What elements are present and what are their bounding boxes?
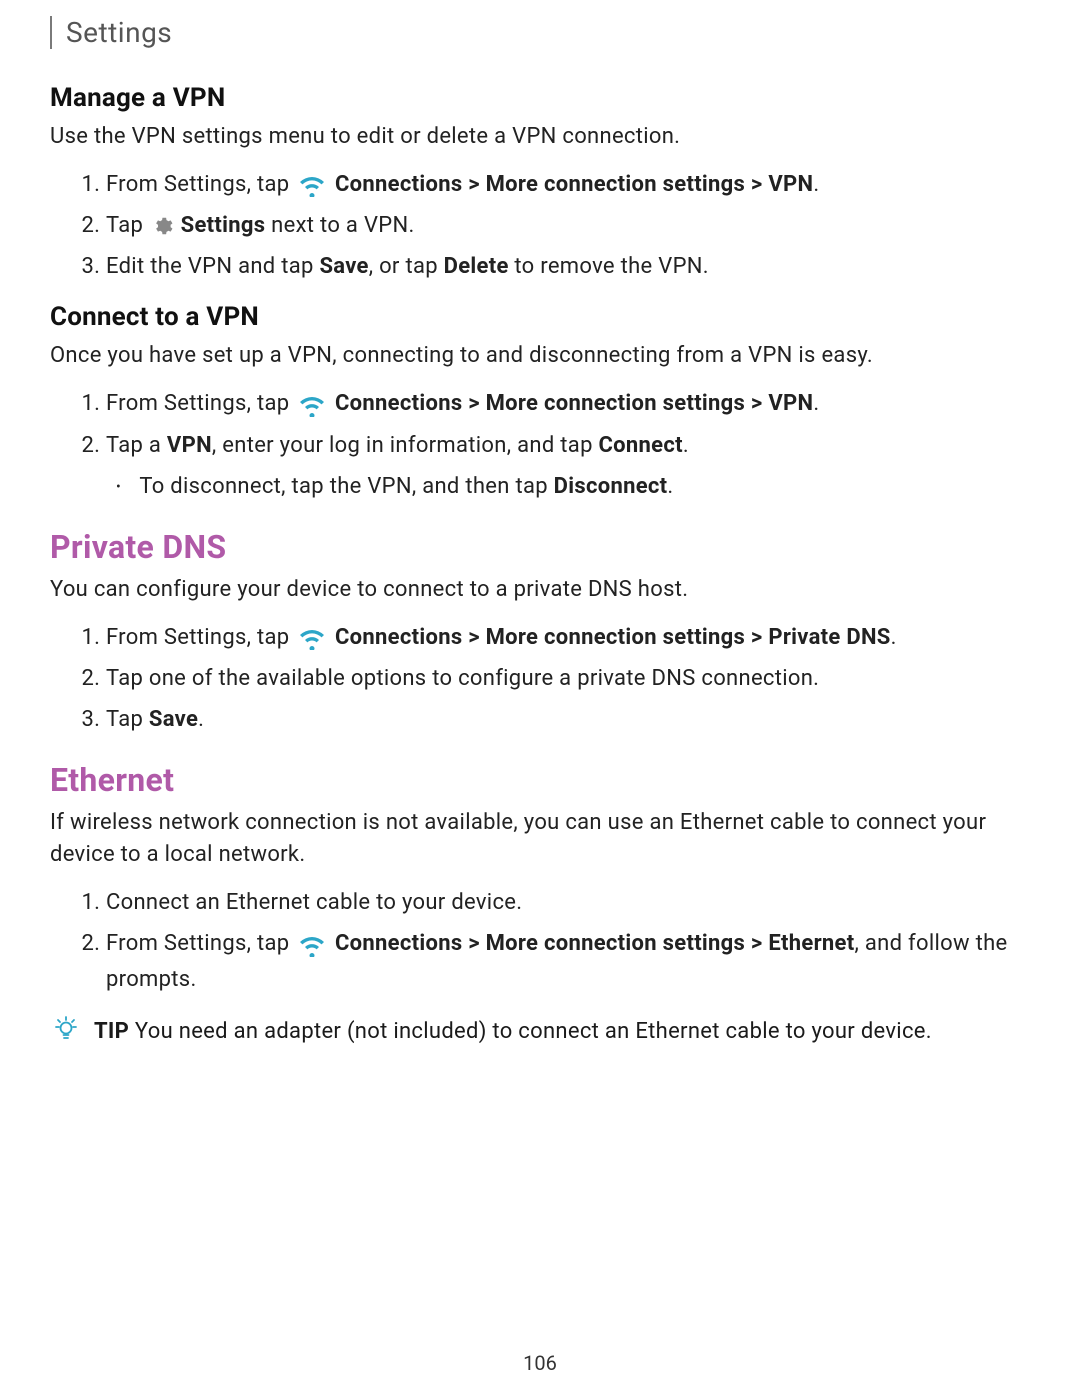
step-text: . xyxy=(683,433,689,458)
wifi-icon xyxy=(297,626,327,650)
step-bold: Connect xyxy=(598,433,682,458)
step-text: Tap xyxy=(106,707,149,732)
step-suffix: . xyxy=(813,391,819,416)
step-text: From Settings, tap xyxy=(106,172,295,197)
connect-vpn-step-2: Tap a VPN, enter your log in information… xyxy=(106,428,1030,504)
bullet-bold: Disconnect xyxy=(554,474,668,499)
tip-ethernet: TIP You need an adapter (not included) t… xyxy=(50,1015,1030,1048)
step-bold: VPN xyxy=(167,433,212,458)
step-suffix: . xyxy=(813,172,819,197)
tip-body: You need an adapter (not included) to co… xyxy=(129,1019,932,1044)
step-text: Tap a xyxy=(106,433,167,458)
steps-private-dns: From Settings, tap Connections > More co… xyxy=(50,620,1030,738)
private-dns-step-2: Tap one of the available options to conf… xyxy=(106,661,1030,696)
step-text: . xyxy=(198,707,204,732)
gear-icon xyxy=(151,215,173,237)
page-container: Settings Manage a VPN Use the VPN settin… xyxy=(0,0,1080,1397)
step-suffix: next to a VPN. xyxy=(265,213,414,238)
ethernet-step-2: From Settings, tap Connections > More co… xyxy=(106,926,1030,996)
heading-connect-vpn: Connect to a VPN xyxy=(50,302,1030,332)
intro-manage-vpn: Use the VPN settings menu to edit or del… xyxy=(50,121,1030,153)
step-bold: Save xyxy=(149,707,198,732)
connect-vpn-bullet-1: To disconnect, tap the VPN, and then tap… xyxy=(134,469,1030,504)
steps-manage-vpn: From Settings, tap Connections > More co… xyxy=(50,167,1030,285)
lightbulb-icon xyxy=(52,1015,80,1043)
bullet-text: To disconnect, tap the VPN, and then tap xyxy=(139,474,553,499)
heading-private-dns: Private DNS xyxy=(50,528,1030,566)
wifi-icon xyxy=(297,933,327,957)
connect-vpn-step-1: From Settings, tap Connections > More co… xyxy=(106,386,1030,421)
tip-label: TIP xyxy=(94,1019,129,1044)
step-bold: Delete xyxy=(444,254,509,279)
step-text: From Settings, tap xyxy=(106,931,295,956)
step-path: Connections > More connection settings >… xyxy=(335,625,891,650)
step-text: , or tap xyxy=(369,254,444,279)
private-dns-step-3: Tap Save. xyxy=(106,702,1030,737)
step-text: Tap xyxy=(106,213,149,238)
step-text: From Settings, tap xyxy=(106,625,295,650)
wifi-icon xyxy=(297,393,327,417)
step-path: Connections > More connection settings >… xyxy=(335,931,855,956)
connect-vpn-substeps: To disconnect, tap the VPN, and then tap… xyxy=(106,469,1030,504)
step-path: Connections > More connection settings >… xyxy=(335,391,813,416)
manage-vpn-step-2: Tap Settings next to a VPN. xyxy=(106,208,1030,243)
page-header: Settings xyxy=(50,16,1030,49)
page-header-title: Settings xyxy=(66,16,172,49)
heading-manage-vpn: Manage a VPN xyxy=(50,83,1030,113)
page-number: 106 xyxy=(0,1351,1080,1375)
tip-text: TIP You need an adapter (not included) t… xyxy=(94,1015,1030,1048)
step-path: Connections > More connection settings >… xyxy=(335,172,813,197)
manage-vpn-step-3: Edit the VPN and tap Save, or tap Delete… xyxy=(106,249,1030,284)
step-text: , enter your log in information, and tap xyxy=(212,433,599,458)
wifi-icon xyxy=(297,173,327,197)
heading-ethernet: Ethernet xyxy=(50,761,1030,799)
intro-ethernet: If wireless network connection is not av… xyxy=(50,807,1030,871)
step-text: From Settings, tap xyxy=(106,391,295,416)
step-bold: Save xyxy=(319,254,368,279)
manage-vpn-step-1: From Settings, tap Connections > More co… xyxy=(106,167,1030,202)
step-bold: Settings xyxy=(181,213,266,238)
private-dns-step-1: From Settings, tap Connections > More co… xyxy=(106,620,1030,655)
step-text: Edit the VPN and tap xyxy=(106,254,319,279)
ethernet-step-1: Connect an Ethernet cable to your device… xyxy=(106,885,1030,920)
intro-private-dns: You can configure your device to connect… xyxy=(50,574,1030,606)
step-suffix: . xyxy=(891,625,897,650)
bullet-text: . xyxy=(667,474,673,499)
steps-connect-vpn: From Settings, tap Connections > More co… xyxy=(50,386,1030,504)
step-text: to remove the VPN. xyxy=(509,254,709,279)
intro-connect-vpn: Once you have set up a VPN, connecting t… xyxy=(50,340,1030,372)
steps-ethernet: Connect an Ethernet cable to your device… xyxy=(50,885,1030,997)
